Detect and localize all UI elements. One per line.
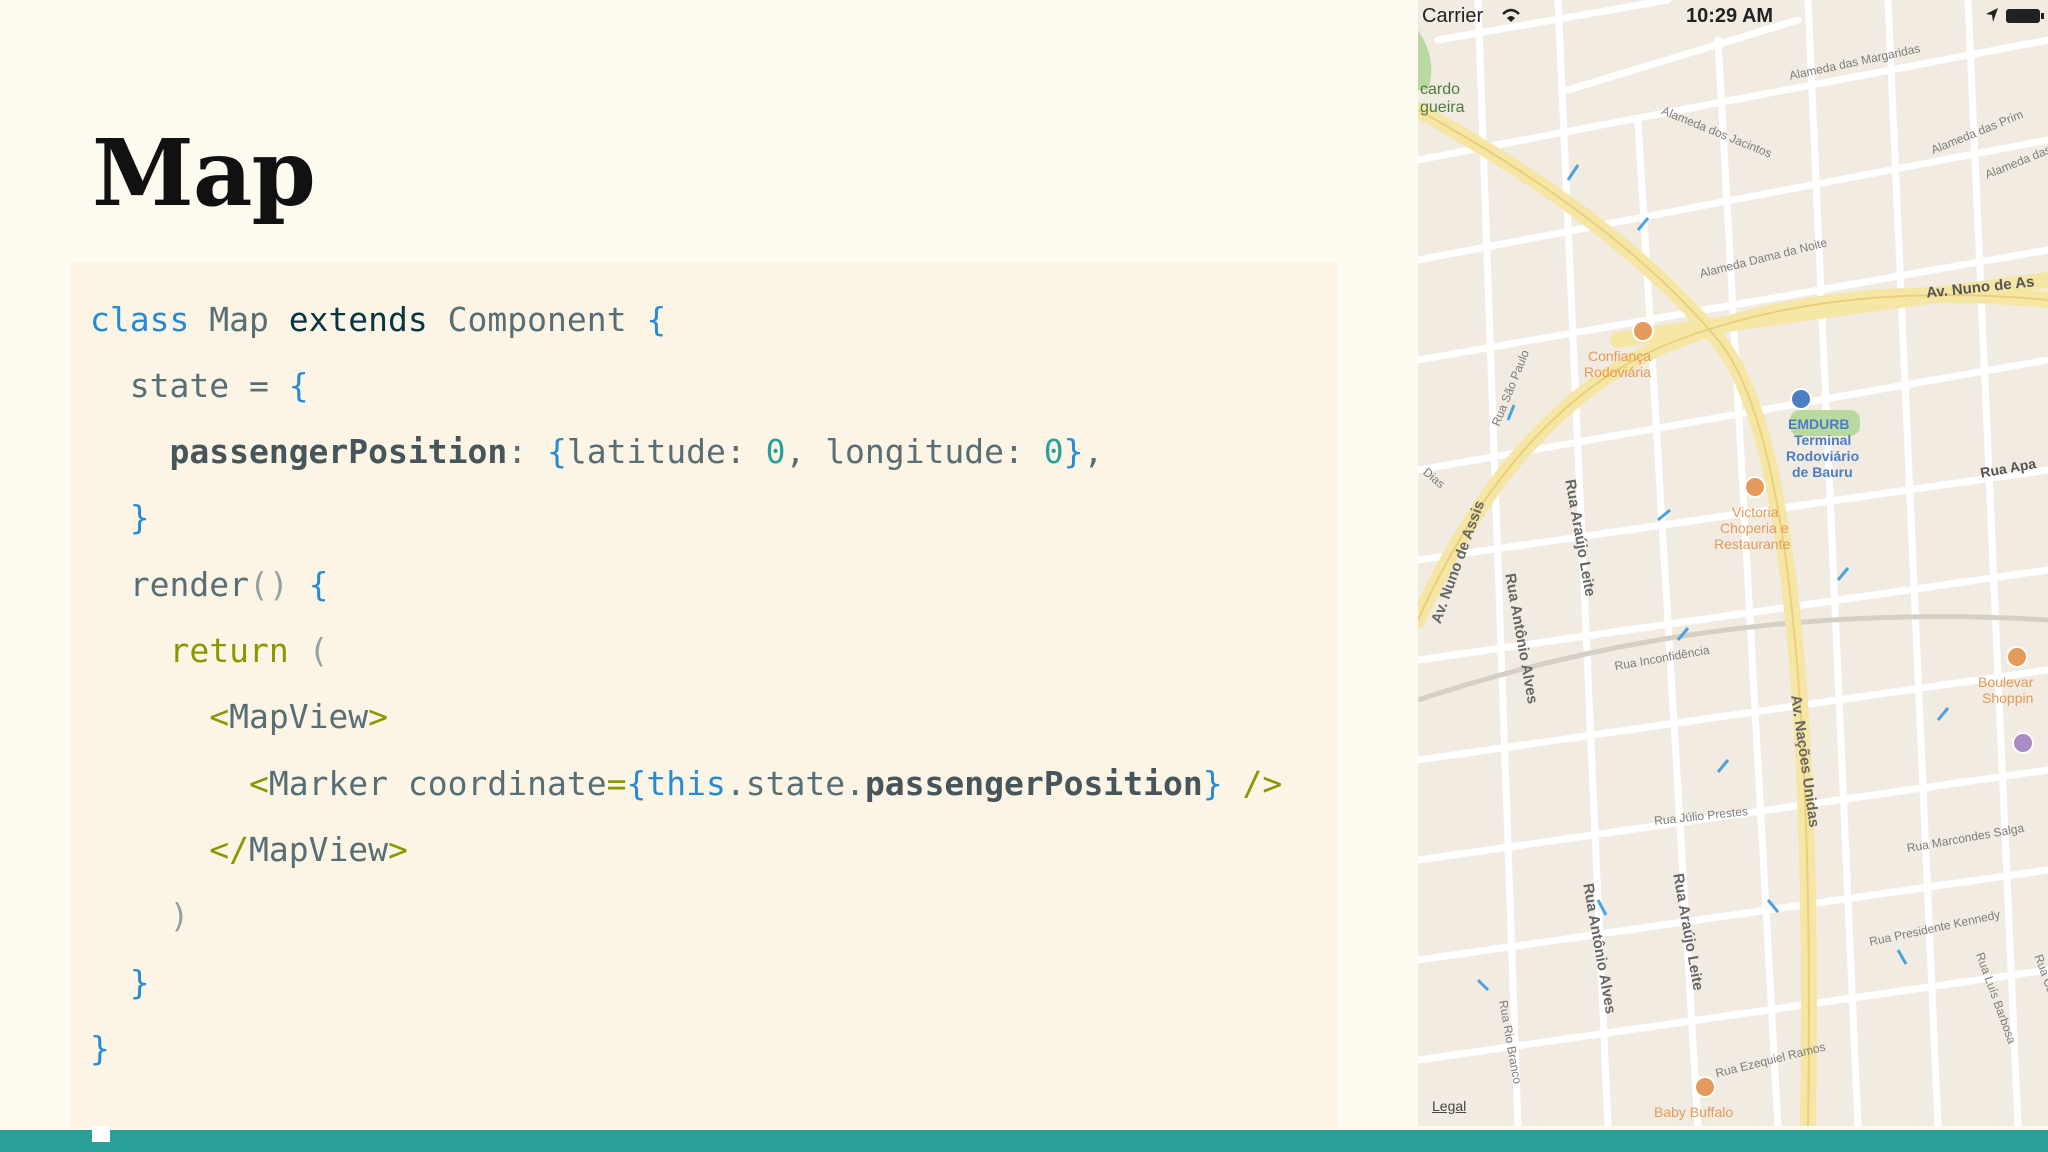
code-token-paren: ( (308, 631, 329, 670)
code-token-lt: < (209, 697, 230, 736)
status-indicators (1978, 6, 2048, 26)
map-poi-baby-buffalo: Baby Buffalo (1654, 1104, 1734, 1120)
code-token-component: Component (447, 300, 627, 339)
location-arrow-icon (1986, 8, 1998, 22)
code-line-4: } (90, 488, 150, 548)
code-token-selfclose: /> (1242, 764, 1283, 803)
map-label-cardo: cardo (1420, 81, 1461, 98)
code-line-2: state = { (90, 356, 309, 416)
map-poi-boulevard-line2: Shoppin (1982, 690, 2034, 706)
bus-terminal-pin-icon[interactable] (1790, 388, 1812, 410)
code-token-attr: coordinate (407, 764, 607, 803)
code-token-brace: } (90, 1029, 110, 1068)
map-poi-emdurb-line4: de Bauru (1792, 464, 1853, 480)
status-carrier: Carrier (1422, 5, 1484, 27)
code-line-1: class Map extends Component { (90, 290, 666, 350)
restaurant-pin-icon[interactable] (1744, 476, 1766, 498)
code-token-lt: < (248, 764, 269, 803)
code-token-dot: . (725, 764, 746, 803)
code-token-class-name: Map (209, 300, 269, 339)
code-token-class: class (90, 300, 190, 339)
code-token-dot: . (845, 764, 865, 803)
map-poi-victoria-line3: Restaurante (1714, 536, 1791, 552)
map-streets (1418, 0, 2048, 1126)
code-token-state: state (129, 366, 230, 405)
code-token-brace: } (1202, 764, 1223, 803)
code-token-brace: { (288, 366, 309, 405)
code-token-render: render (129, 565, 249, 604)
code-token-brace: } (129, 963, 150, 1002)
code-line-12: } (90, 1019, 110, 1079)
wifi-icon (1502, 8, 1520, 22)
map-poi-victoria-line2: Choperia e (1720, 520, 1789, 536)
code-token-passenger-position: passengerPosition (864, 764, 1203, 803)
map-poi-confianca-line1: Confiança (1588, 348, 1652, 364)
code-token-brace: { (646, 300, 667, 339)
map-poi-emdurb-line1: EMDURB (1788, 416, 1850, 432)
code-line-5: render() { (90, 555, 329, 615)
code-block: class Map extends Component { state = { … (70, 262, 1338, 1128)
map-poi-boulevard-line1: Boulevar (1978, 674, 2034, 690)
shopping-pin-icon[interactable] (2006, 646, 2028, 668)
code-token-brace: } (129, 498, 150, 537)
code-token-number: 0 (1043, 432, 1064, 471)
code-token-brace: { (308, 565, 329, 604)
code-token-extends: extends (288, 300, 428, 339)
code-token-longitude: longitude: (825, 432, 1024, 471)
code-token-gt: > (368, 697, 389, 736)
code-token-lt: </ (209, 830, 249, 869)
map-poi-emdurb-line2: Terminal (1794, 432, 1852, 448)
slide-title: Map (92, 119, 316, 227)
code-token-colon: : (507, 432, 528, 471)
slide-progress-marker (92, 1126, 110, 1142)
code-token-this: this (646, 764, 726, 803)
code-token-eq: = (606, 764, 627, 803)
map-legal-link[interactable]: Legal (1432, 1098, 1466, 1114)
map-label-gueira: gueira (1420, 99, 1465, 116)
map-poi-emdurb-line3: Rodoviário (1786, 448, 1860, 464)
battery-icon (2006, 9, 2044, 23)
code-token-latitude: latitude: (566, 432, 746, 471)
code-line-11: } (90, 953, 150, 1013)
restaurant-pin-icon[interactable] (1694, 1076, 1716, 1098)
code-token-passenger-position: passengerPosition (169, 432, 508, 471)
code-token-parens: () (248, 565, 289, 604)
code-line-3: passengerPosition: {latitude: 0, longitu… (90, 422, 1103, 482)
code-line-8: <Marker coordinate={this.state.passenger… (90, 754, 1282, 814)
code-token-brace: } (1063, 432, 1084, 471)
code-token-paren: ) (169, 896, 190, 935)
status-time: 10:29 AM (1686, 5, 1774, 27)
code-token-state: state (745, 764, 846, 803)
code-token-comma: , (1083, 432, 1104, 471)
code-line-6: return ( (90, 621, 328, 681)
code-token-number: 0 (765, 432, 786, 471)
code-token-tag: MapView (229, 697, 369, 736)
code-token-tag: Marker (268, 764, 389, 803)
code-line-9: </MapView> (90, 820, 408, 880)
map-poi-victoria-line1: Victoria (1732, 504, 1779, 520)
footer-accent-bar (0, 1130, 2048, 1152)
restaurant-pin-icon[interactable] (1632, 320, 1654, 342)
code-token-eq: = (248, 366, 269, 405)
code-token-gt: > (388, 830, 408, 869)
code-token-brace: { (547, 432, 567, 471)
code-token-return: return (169, 631, 289, 670)
code-line-7: <MapView> (90, 687, 388, 747)
code-token-tag: MapView (248, 830, 389, 869)
code-line-10: ) (90, 886, 189, 946)
code-token-comma: , (785, 432, 806, 471)
map-screenshot[interactable]: Carrier 10:29 AM cardo gueira Alameda da… (1418, 0, 2048, 1126)
code-token-brace: { (626, 764, 647, 803)
map-poi-confianca-line2: Rodoviária (1584, 364, 1651, 380)
place-pin-icon[interactable] (2012, 732, 2034, 754)
